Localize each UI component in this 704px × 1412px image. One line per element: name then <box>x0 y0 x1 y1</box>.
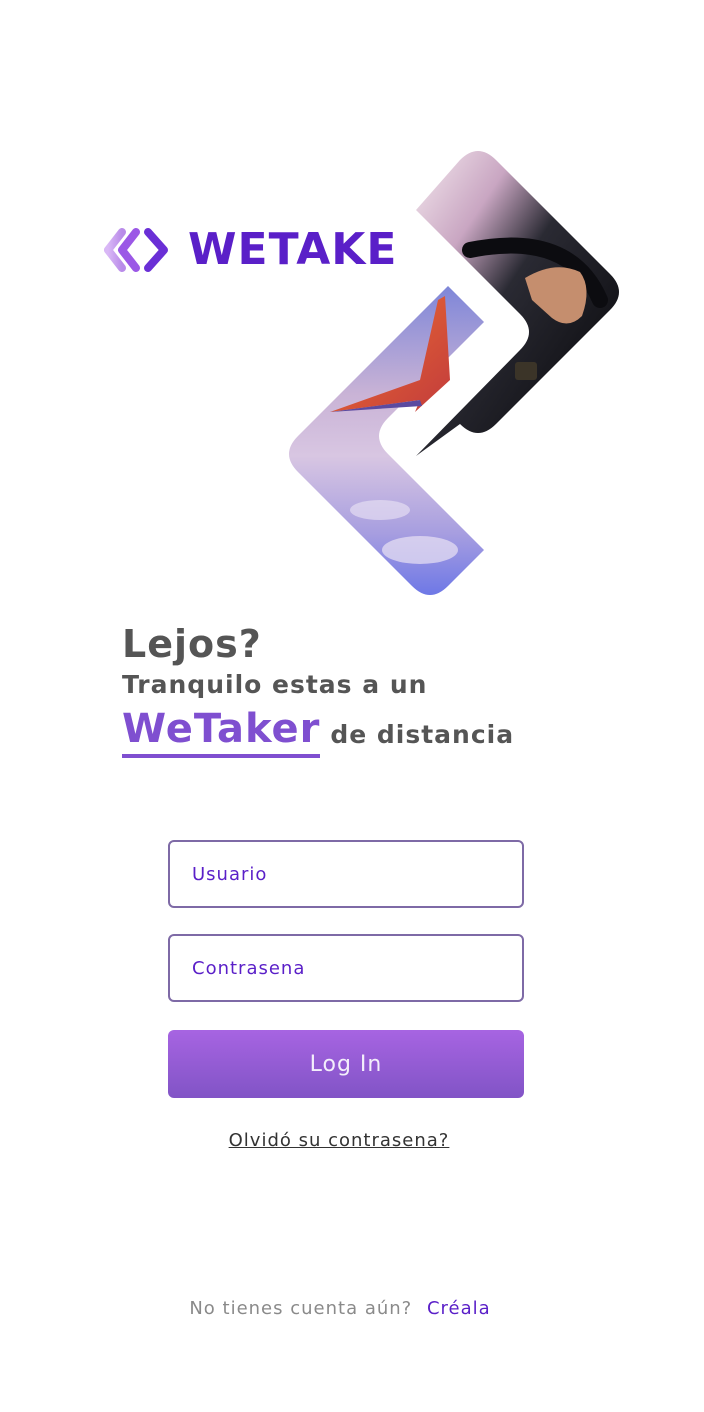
forgot-password-link[interactable]: Olvidó su contrasena? <box>0 1130 678 1151</box>
tagline-brand-word: WeTaker <box>122 706 321 758</box>
hero-chevron-image <box>289 151 619 595</box>
tagline: Lejos? Tranquilo estas a un WeTaker de d… <box>122 620 602 758</box>
tagline-title: Lejos? <box>122 622 262 666</box>
password-input[interactable] <box>170 936 522 1000</box>
tagline-suffix: de distancia <box>330 720 515 749</box>
signup-question: No tienes cuenta aún? <box>189 1298 413 1319</box>
login-button[interactable]: Log In <box>168 1030 524 1098</box>
username-input[interactable] <box>170 842 522 906</box>
username-field-container <box>168 840 524 908</box>
password-field-container <box>168 934 524 1002</box>
tagline-line: Tranquilo estas a un <box>122 670 428 699</box>
tagline-third-line: WeTaker de distancia <box>122 706 602 758</box>
signup-prompt: No tienes cuenta aún? Créala <box>0 1298 680 1319</box>
signup-link[interactable]: Créala <box>427 1298 491 1319</box>
double-chevron-logo-icon <box>104 228 168 272</box>
